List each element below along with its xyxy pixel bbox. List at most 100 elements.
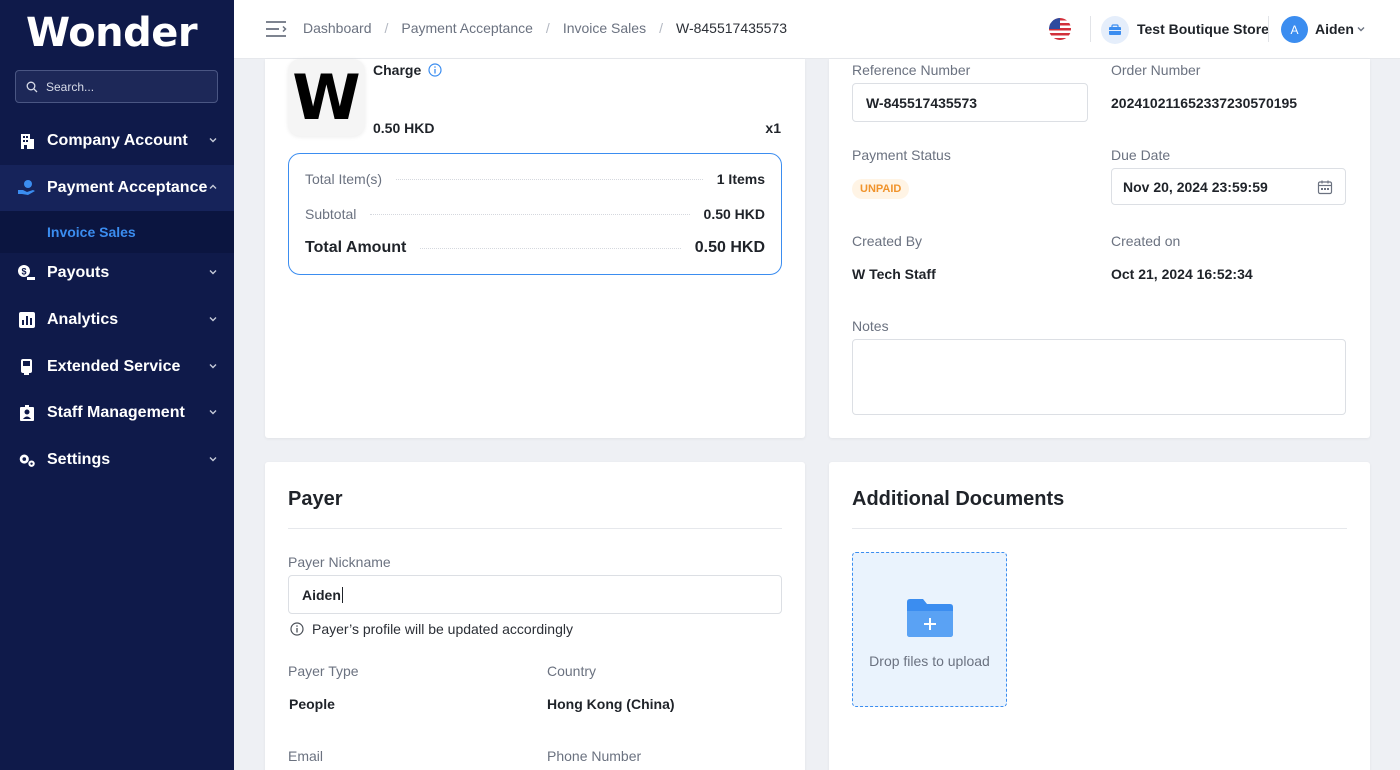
breadcrumb-invoice-sales[interactable]: Invoice Sales <box>563 20 646 36</box>
chevron-down-icon <box>209 270 217 275</box>
user-menu[interactable]: Aiden <box>1315 21 1354 37</box>
summary-value: 0.50 HKD <box>694 239 765 256</box>
chevron-down-icon <box>209 457 217 462</box>
country-value: Hong Kong (China) <box>547 696 675 712</box>
created-by-label: Created By <box>852 233 923 249</box>
notes-textarea[interactable] <box>852 339 1346 415</box>
file-dropzone[interactable]: Drop files to upload <box>852 552 1007 707</box>
search-placeholder: Search... <box>46 79 95 94</box>
info-icon <box>290 622 304 636</box>
sidebar-item-label: Payment Acceptance <box>47 179 208 196</box>
search-icon <box>26 81 38 92</box>
chevron-down-icon[interactable] <box>1356 24 1366 34</box>
sidebar-item-label: Staff Management <box>47 404 185 421</box>
search-input[interactable]: Search... <box>15 70 218 103</box>
summary-row-total: Total Amount 0.50 HKD <box>305 239 765 257</box>
additional-documents-card: Additional Documents Drop files to uploa… <box>829 462 1370 770</box>
payment-status-label: Payment Status <box>852 147 951 163</box>
breadcrumb-current: W-845517435573 <box>675 20 788 36</box>
text-cursor <box>341 586 343 603</box>
sidebar-item-extended-service[interactable]: Extended Service <box>0 344 234 390</box>
summary-value: 1 Items <box>716 171 765 187</box>
summary-label: Subtotal <box>305 206 357 222</box>
sidebar-item-label: Extended Service <box>47 358 181 375</box>
divider <box>1090 16 1091 42</box>
sidebar: Wonder Search... Company Account Payment… <box>0 0 234 770</box>
merchant-logo: W <box>288 59 365 136</box>
invoice-details-card: Reference Number W-845517435573 Order Nu… <box>829 59 1370 438</box>
sidebar-item-company-account[interactable]: Company Account <box>0 118 234 164</box>
documents-title: Additional Documents <box>852 488 1065 510</box>
store-icon <box>1101 16 1129 44</box>
calendar-icon[interactable] <box>1317 179 1333 195</box>
sidebar-item-settings[interactable]: Settings <box>0 437 234 483</box>
breadcrumb-dashboard[interactable]: Dashboard <box>303 20 372 36</box>
summary-label: Total Item(s) <box>305 171 383 187</box>
folder-add-icon <box>907 599 953 637</box>
created-on-value: Oct 21, 2024 16:52:34 <box>1111 266 1253 282</box>
breadcrumb-separator: / <box>545 20 550 36</box>
summary-row-subtotal: Subtotal 0.50 HKD <box>305 206 765 222</box>
divider <box>1268 16 1269 42</box>
bar-chart-icon <box>17 310 37 330</box>
breadcrumb-separator: / <box>384 20 389 36</box>
summary-label: Total Amount <box>305 239 407 256</box>
brand-logo[interactable]: Wonder <box>26 10 198 56</box>
sidebar-item-analytics[interactable]: Analytics <box>0 297 234 343</box>
order-number-label: Order Number <box>1111 62 1201 78</box>
payer-type-value: People <box>289 696 335 712</box>
breadcrumb-payment-acceptance[interactable]: Payment Acceptance <box>401 20 533 36</box>
sidebar-item-payment-acceptance[interactable]: Payment Acceptance <box>0 165 234 211</box>
chevron-down-icon <box>209 138 217 143</box>
building-icon <box>17 131 37 151</box>
divider <box>852 528 1347 529</box>
chevron-up-icon <box>209 184 217 189</box>
dotted-leader <box>396 178 703 180</box>
store-switcher[interactable]: Test Boutique Store <box>1137 21 1269 37</box>
country-label: Country <box>547 663 597 679</box>
payout-icon: $ <box>17 263 37 283</box>
payer-nickname-label: Payer Nickname <box>288 554 391 570</box>
item-price: 0.50 HKD <box>373 120 435 136</box>
svg-text:$: $ <box>21 267 26 277</box>
payer-type-label: Payer Type <box>288 663 359 679</box>
sidebar-item-label: Settings <box>47 451 111 468</box>
avatar[interactable]: A <box>1281 16 1308 43</box>
staff-icon <box>17 403 37 423</box>
order-summary: Total Item(s) 1 Items Subtotal 0.50 HKD … <box>288 153 782 275</box>
payer-nickname-input[interactable]: Aiden <box>288 575 782 614</box>
sidebar-subitem-invoice-sales[interactable]: Invoice Sales <box>0 211 234 253</box>
chevron-down-icon <box>209 364 217 369</box>
summary-value: 0.50 HKD <box>703 206 765 222</box>
us-flag-icon[interactable] <box>1049 18 1071 40</box>
reference-field[interactable]: W-845517435573 <box>852 83 1088 122</box>
payer-card: Payer Payer Nickname Aiden Payer’s profi… <box>265 462 805 770</box>
hand-coin-icon <box>17 178 37 198</box>
sidebar-item-staff-management[interactable]: Staff Management <box>0 390 234 436</box>
info-icon[interactable] <box>428 63 442 77</box>
menu-toggle-icon[interactable] <box>265 19 287 39</box>
sidebar-item-label: Analytics <box>47 311 119 328</box>
terminal-icon <box>17 357 37 377</box>
status-badge: UNPAID <box>852 179 910 199</box>
item-quantity: x1 <box>765 120 781 136</box>
payer-hint-text: Payer’s profile will be updated accordin… <box>312 621 573 637</box>
payer-hint: Payer’s profile will be updated accordin… <box>290 621 573 637</box>
due-date-label: Due Date <box>1111 147 1171 163</box>
dotted-leader <box>420 247 681 249</box>
chevron-down-icon <box>209 410 217 415</box>
breadcrumb: Dashboard / Payment Acceptance / Invoice… <box>303 20 787 36</box>
item-name: Charge <box>373 62 442 78</box>
summary-row-items: Total Item(s) 1 Items <box>305 171 765 187</box>
chevron-down-icon <box>209 317 217 322</box>
divider <box>288 528 782 529</box>
due-date-value: Nov 20, 2024 23:59:59 <box>1123 178 1268 195</box>
sidebar-item-payouts[interactable]: $ Payouts <box>0 250 234 296</box>
email-label: Email <box>288 748 324 764</box>
notes-label: Notes <box>852 318 889 334</box>
gear-icon <box>17 450 37 470</box>
created-by-value: W Tech Staff <box>852 266 936 282</box>
due-date-field[interactable]: Nov 20, 2024 23:59:59 <box>1111 168 1346 205</box>
reference-label: Reference Number <box>852 62 971 78</box>
phone-number-label: Phone Number <box>547 748 642 764</box>
